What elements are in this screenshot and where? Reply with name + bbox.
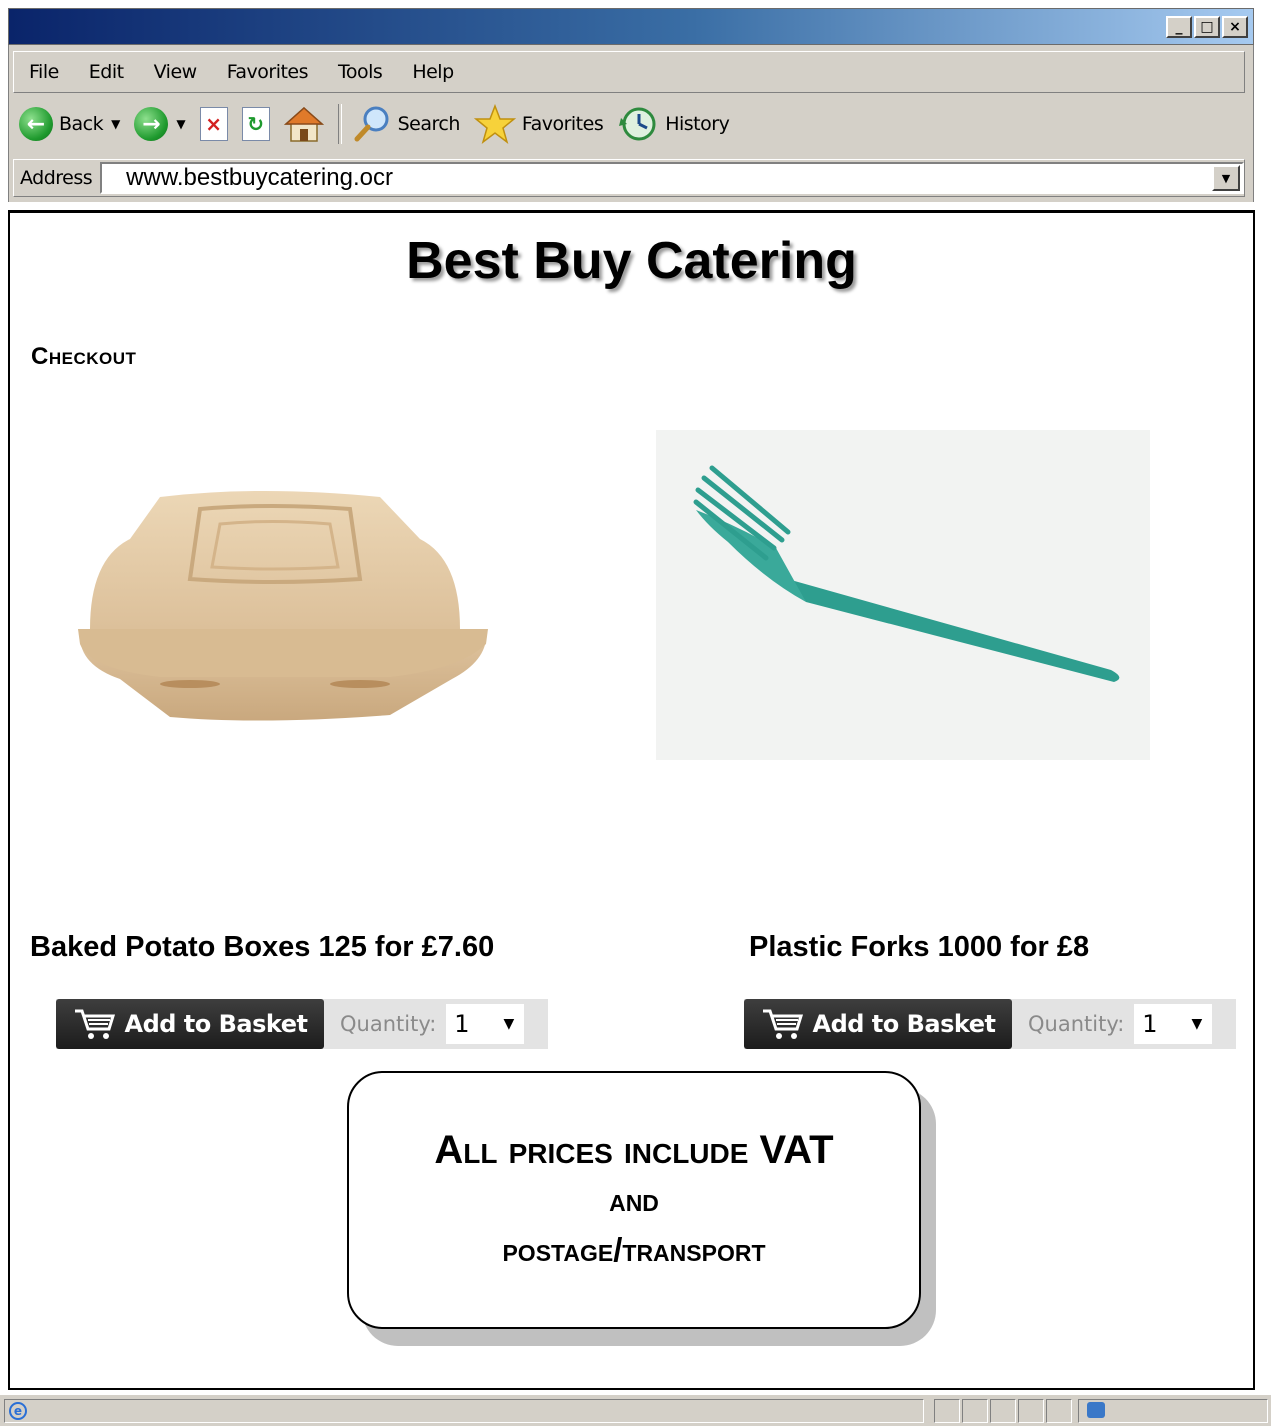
notice-line: postage/transport bbox=[502, 1231, 766, 1268]
favorites-label: Favorites bbox=[521, 113, 604, 135]
add-to-basket-button[interactable]: Add to Basket bbox=[56, 999, 324, 1049]
history-label: History bbox=[665, 113, 730, 135]
status-cell bbox=[1046, 1399, 1072, 1423]
menu-view[interactable]: View bbox=[139, 61, 212, 83]
vat-notice-box: All prices include VAT and postage/trans… bbox=[347, 1071, 921, 1329]
buy-row: Add to Basket Quantity: 1 ▼ bbox=[56, 999, 548, 1049]
chevron-down-icon: ▼ bbox=[503, 1016, 515, 1032]
notice-line: and bbox=[609, 1181, 659, 1218]
history-button[interactable]: History bbox=[617, 104, 730, 144]
forward-button[interactable]: → ▼ bbox=[134, 107, 186, 141]
search-button[interactable]: Search bbox=[352, 104, 460, 144]
address-value: www.bestbuycatering.ocr bbox=[126, 164, 393, 191]
add-to-basket-label: Add to Basket bbox=[124, 1010, 308, 1038]
minimize-button[interactable]: _ bbox=[1166, 16, 1192, 38]
buy-row: Add to Basket Quantity: 1 ▼ bbox=[744, 999, 1236, 1049]
plastic-fork-image[interactable] bbox=[656, 430, 1150, 760]
chevron-down-icon: ▼ bbox=[1191, 1016, 1203, 1032]
search-icon bbox=[354, 106, 389, 142]
potato-box-image[interactable] bbox=[60, 479, 490, 729]
address-dropdown-icon[interactable]: ▼ bbox=[1212, 165, 1240, 191]
address-bar: Address www.bestbuycatering.ocr ▼ bbox=[13, 159, 1245, 197]
back-dropdown-icon[interactable]: ▼ bbox=[111, 117, 120, 131]
menu-file[interactable]: File bbox=[14, 61, 74, 83]
quantity-select[interactable]: 1 ▼ bbox=[1134, 1004, 1213, 1044]
notice-line: All prices include VAT bbox=[434, 1128, 834, 1172]
quantity-label: Quantity: bbox=[1028, 1012, 1125, 1036]
back-button[interactable]: ← Back ▼ bbox=[19, 107, 120, 141]
forward-arrow-icon: → bbox=[134, 107, 169, 141]
maximize-button[interactable]: □ bbox=[1194, 16, 1220, 38]
menu-favorites[interactable]: Favorites bbox=[212, 61, 323, 83]
menu-bar: File Edit View Favorites Tools Help bbox=[13, 51, 1245, 93]
status-cell bbox=[962, 1399, 988, 1423]
status-cell bbox=[1018, 1399, 1044, 1423]
menu-edit[interactable]: Edit bbox=[74, 61, 139, 83]
address-input[interactable]: www.bestbuycatering.ocr ▼ bbox=[100, 162, 1244, 194]
internet-zone-icon bbox=[1087, 1402, 1105, 1418]
product-title: Baked Potato Boxes 125 for £7.60 bbox=[30, 931, 495, 963]
stop-icon: × bbox=[199, 107, 228, 141]
site-title: Best Buy Catering bbox=[406, 232, 857, 290]
search-label: Search bbox=[397, 113, 461, 135]
browser-window: _ □ × File Edit View Favorites Tools Hel… bbox=[0, 0, 1271, 1426]
history-icon bbox=[619, 107, 656, 141]
quantity-select[interactable]: 1 ▼ bbox=[446, 1004, 525, 1044]
status-bar: e bbox=[0, 1394, 1271, 1426]
status-cell bbox=[934, 1399, 960, 1423]
add-to-basket-label: Add to Basket bbox=[812, 1010, 996, 1038]
toolbar: ← Back ▼ → ▼ × ↻ Search Favorites Histor… bbox=[13, 95, 1245, 153]
home-button[interactable] bbox=[283, 105, 324, 143]
status-cell bbox=[990, 1399, 1016, 1423]
page-content: Best Buy Catering Checkout Baked Potato … bbox=[8, 210, 1255, 1390]
section-heading: Checkout bbox=[31, 343, 137, 370]
close-button[interactable]: × bbox=[1222, 16, 1248, 38]
ie-page-icon: e bbox=[9, 1402, 27, 1420]
refresh-button[interactable]: ↻ bbox=[241, 107, 270, 141]
product-title: Plastic Forks 1000 for £8 bbox=[749, 931, 1090, 963]
back-label: Back bbox=[59, 113, 104, 135]
menu-tools[interactable]: Tools bbox=[323, 61, 397, 83]
title-bar[interactable]: _ □ × bbox=[8, 8, 1254, 45]
menu-help[interactable]: Help bbox=[397, 61, 468, 83]
favorites-button[interactable]: Favorites bbox=[473, 104, 604, 144]
home-icon bbox=[283, 106, 324, 142]
quantity-value: 1 bbox=[1142, 1010, 1158, 1038]
star-icon bbox=[473, 104, 516, 144]
browser-chrome: File Edit View Favorites Tools Help ← Ba… bbox=[8, 45, 1254, 202]
forward-dropdown-icon[interactable]: ▼ bbox=[176, 117, 185, 131]
shopping-cart-icon bbox=[762, 1009, 803, 1039]
add-to-basket-button[interactable]: Add to Basket bbox=[744, 999, 1012, 1049]
toolbar-separator bbox=[337, 104, 342, 144]
status-text-pane: e bbox=[4, 1399, 924, 1423]
security-zone-pane bbox=[1078, 1399, 1268, 1423]
stop-button[interactable]: × bbox=[199, 107, 228, 141]
refresh-icon: ↻ bbox=[241, 107, 270, 141]
quantity-label: Quantity: bbox=[340, 1012, 437, 1036]
address-label: Address bbox=[20, 167, 93, 189]
back-arrow-icon: ← bbox=[19, 107, 53, 141]
shopping-cart-icon bbox=[74, 1009, 115, 1039]
quantity-value: 1 bbox=[454, 1010, 470, 1038]
